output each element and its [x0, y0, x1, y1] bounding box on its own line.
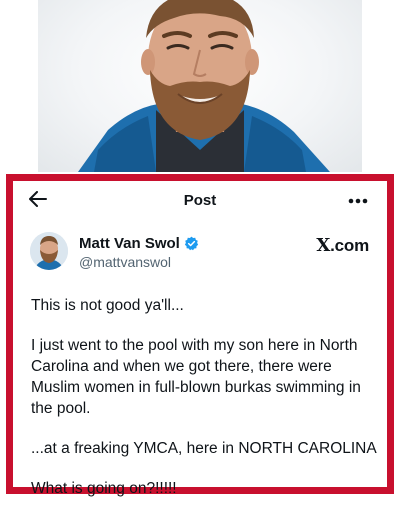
- post-paragraph: What is going on?!!!!!: [31, 480, 177, 497]
- avatar[interactable]: [30, 232, 68, 270]
- post-paragraph: ...at a freaking YMCA, here in NORTH CAR…: [31, 440, 377, 457]
- page-title: Post: [183, 192, 217, 209]
- x-com-logo: X.com: [316, 235, 369, 256]
- author-handle[interactable]: @mattvanswol: [79, 254, 171, 270]
- arrow-left-icon: [29, 190, 47, 212]
- brand-suffix: .com: [330, 236, 369, 255]
- x-logo-icon: X: [316, 235, 331, 256]
- more-options-button[interactable]: [345, 190, 371, 210]
- post-paragraph: This is not good ya'll...: [31, 297, 184, 314]
- author-display-name[interactable]: Matt Van Swol: [79, 235, 180, 252]
- post-text: This is not good ya'll... I just went to…: [31, 295, 377, 518]
- author-name-row: Matt Van Swol: [79, 235, 199, 252]
- profile-photo: [38, 0, 362, 172]
- post-card: Post Matt Van Swol @mattvanswol X.com Th…: [6, 174, 394, 497]
- post-header: Post: [13, 181, 387, 221]
- post-paragraph: I just went to the pool with my son here…: [31, 337, 361, 417]
- ellipsis-icon: [348, 191, 368, 209]
- back-button[interactable]: [25, 190, 51, 212]
- verified-badge-icon: [184, 236, 199, 251]
